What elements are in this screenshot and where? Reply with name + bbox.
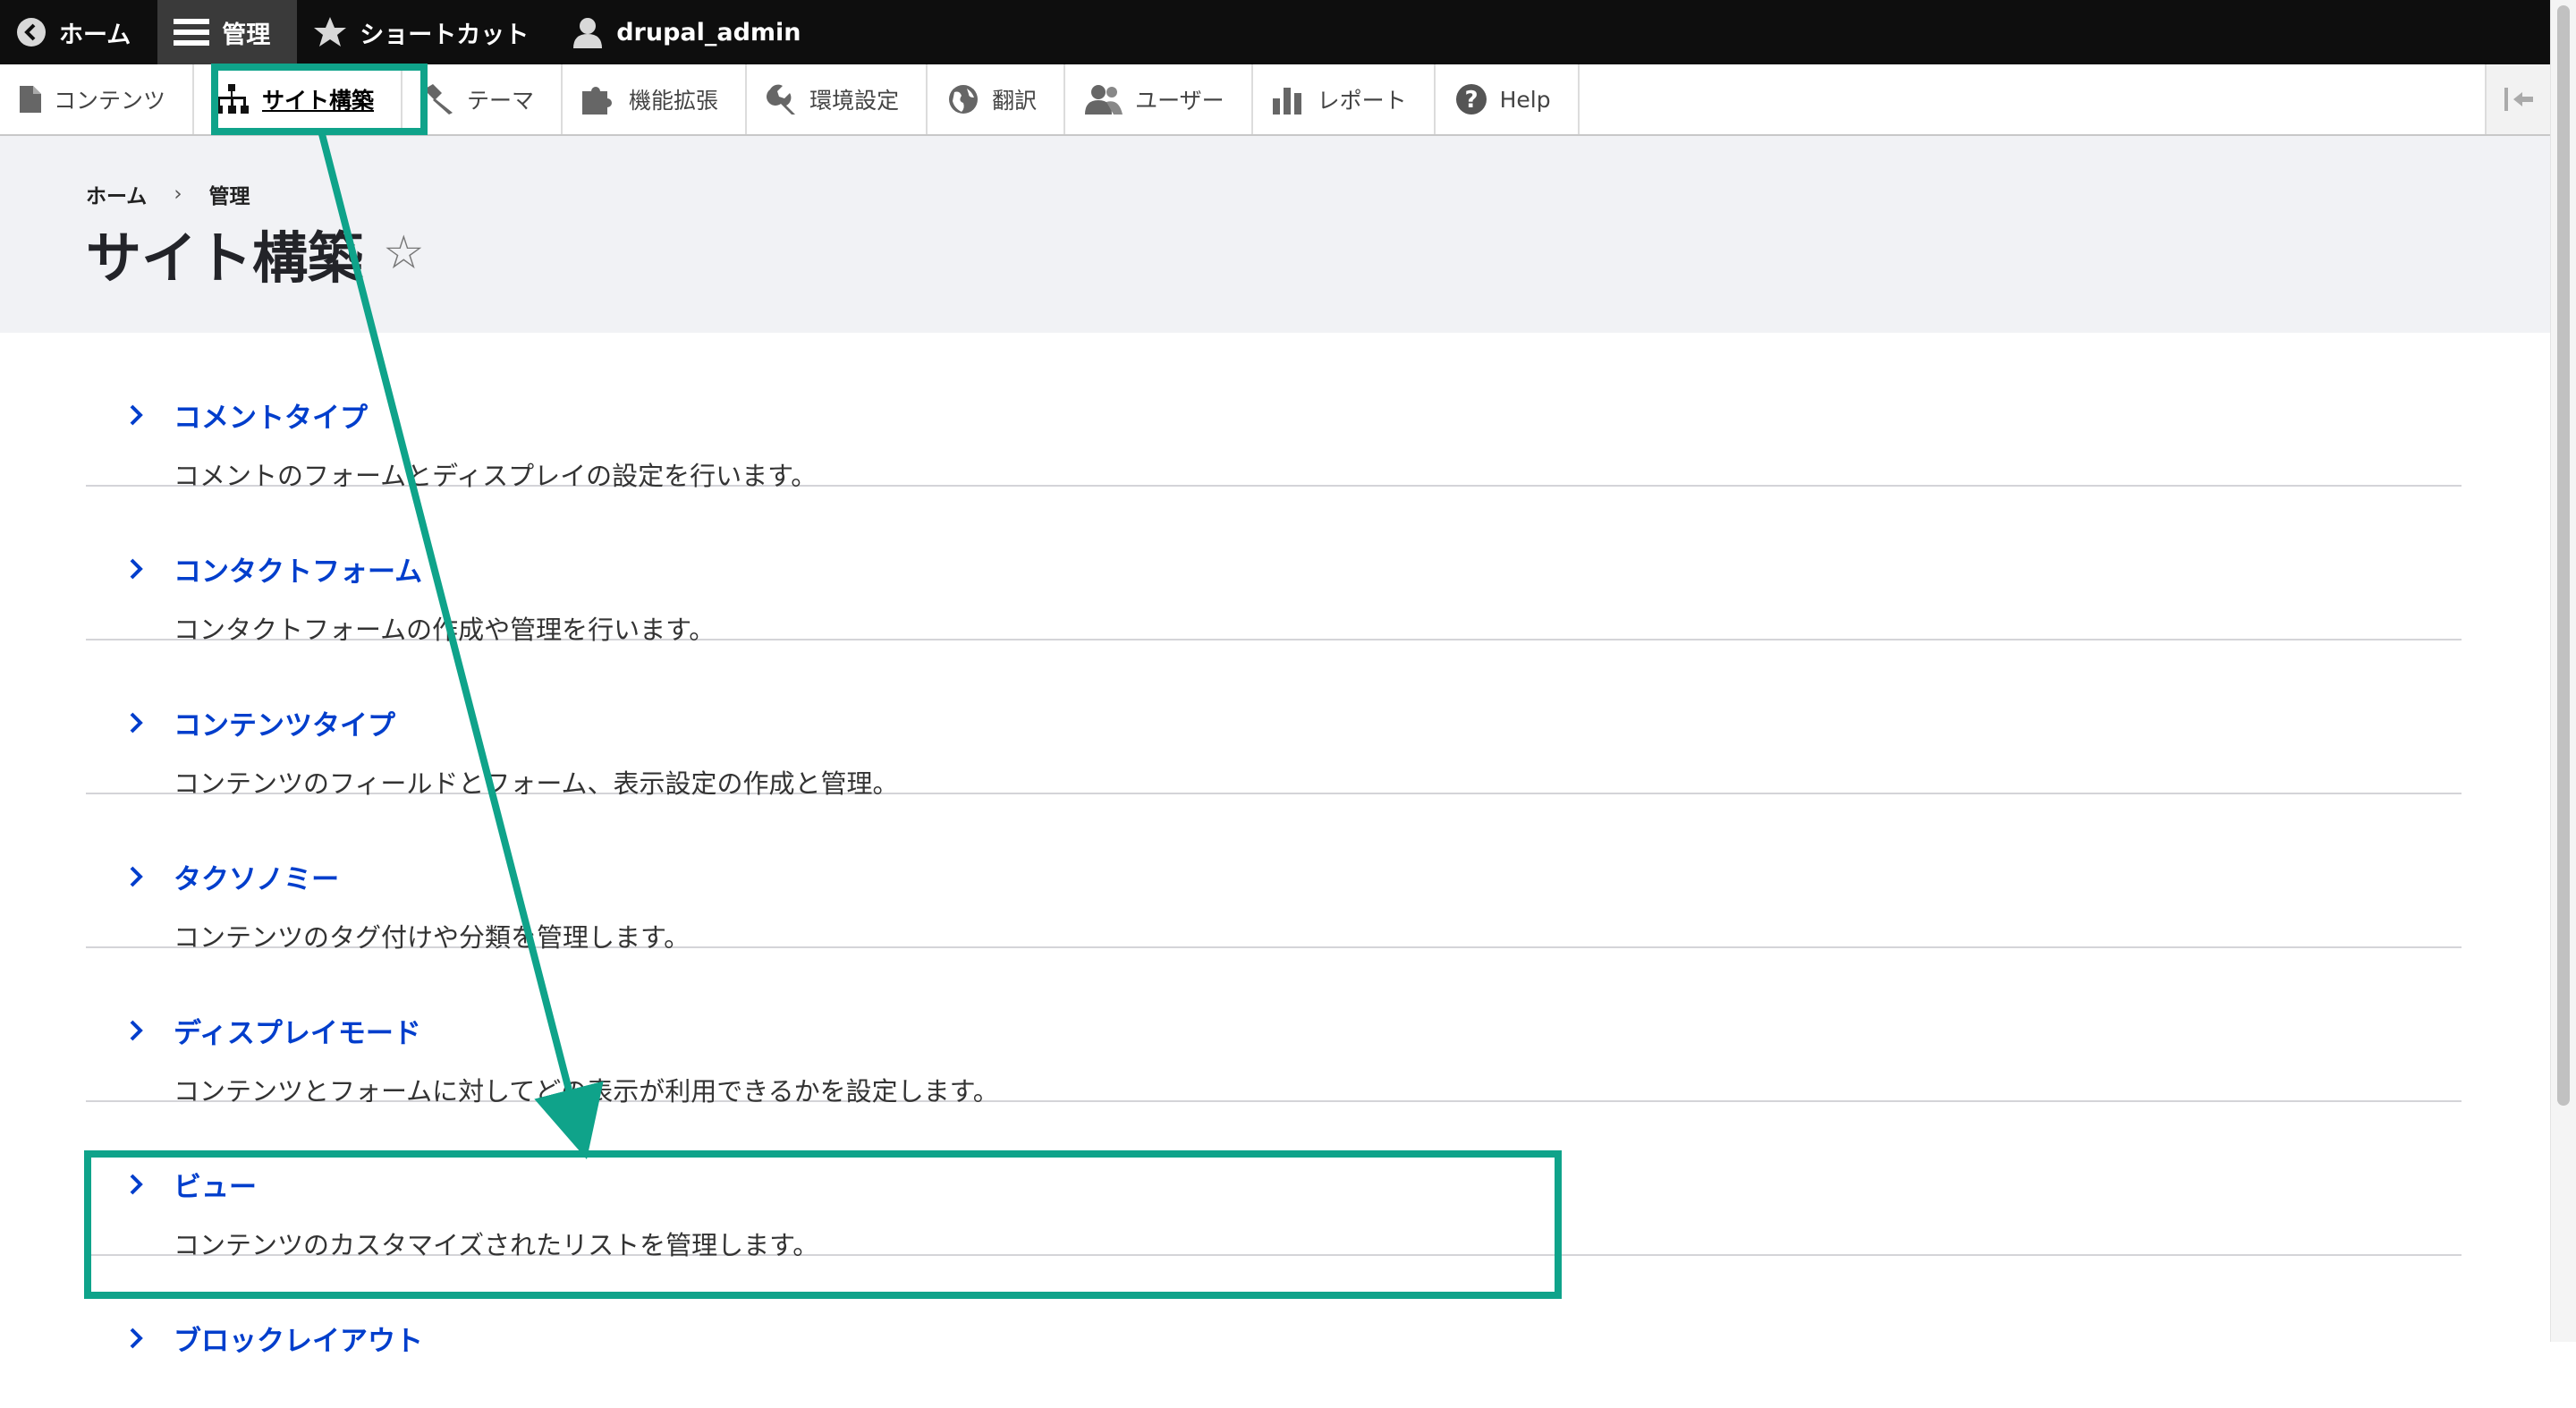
toolbar-manage-label: 管理: [222, 21, 271, 49]
list-item: ブロックレイアウト: [86, 1256, 2462, 1408]
tray-item-help[interactable]: ? Help: [1436, 64, 1580, 134]
breadcrumb-home[interactable]: ホーム: [86, 179, 147, 209]
tray-item-label: 翻訳: [992, 88, 1038, 114]
list-item: コンテンツタイプ コンテンツのフィールドとフォーム、表示設定の作成と管理。: [86, 640, 2462, 799]
wrench-icon: [767, 84, 796, 115]
user-icon: [573, 18, 603, 48]
hamburger-icon: [174, 19, 210, 46]
chevron-right-icon: [130, 1020, 143, 1041]
tray-item-label: テーマ: [467, 88, 535, 114]
back-arrow-icon: [17, 18, 46, 47]
tray-item-translate[interactable]: 翻訳: [928, 64, 1066, 134]
page-title: サイト構築 ☆: [86, 213, 425, 293]
tray-item-label: 環境設定: [809, 88, 900, 114]
tray-item-label: Help: [1499, 86, 1551, 113]
paintbrush-icon: [424, 84, 453, 115]
users-icon: [1085, 85, 1123, 115]
file-icon: [20, 86, 41, 113]
help-icon: ?: [1455, 84, 1487, 115]
chevron-right-icon: [130, 1327, 143, 1349]
tray-item-reports[interactable]: レポート: [1253, 64, 1436, 134]
admin-toolbar: ホーム 管理 ショートカット drupal_admin: [0, 0, 2551, 64]
admin-list: コメントタイプ コメントのフォームとディスプレイの設定を行います。 コンタクトフ…: [86, 333, 2462, 1408]
sitemap-icon: [215, 84, 250, 114]
tray-item-label: レポート: [1317, 88, 1407, 114]
breadcrumb-separator: ›: [174, 182, 182, 206]
tray-item-appearance[interactable]: テーマ: [402, 64, 564, 134]
toolbar-shortcuts[interactable]: ショートカット: [297, 0, 555, 64]
breadcrumb-manage[interactable]: 管理: [209, 179, 250, 209]
chevron-right-icon: [130, 1174, 143, 1195]
chevron-right-icon: [130, 558, 143, 580]
list-item: ビュー コンテンツのカスタマイズされたリストを管理します。: [86, 1102, 2462, 1260]
collapse-left-icon: [2504, 88, 2533, 111]
chevron-right-icon: [130, 866, 143, 887]
toolbar-home[interactable]: ホーム: [0, 0, 157, 64]
star-icon: [314, 17, 347, 47]
toolbar-manage[interactable]: 管理: [157, 0, 298, 64]
list-item-title[interactable]: ディスプレイモード: [174, 1011, 421, 1051]
list-item-title[interactable]: ブロックレイアウト: [174, 1319, 423, 1359]
list-item-title[interactable]: タクソノミー: [174, 857, 339, 897]
list-item-title[interactable]: コメントタイプ: [174, 395, 368, 436]
breadcrumb: ホーム › 管理: [86, 179, 250, 209]
bar-chart-icon: [1272, 88, 1301, 115]
tray-item-structure[interactable]: サイト構築: [194, 64, 403, 134]
toolbar-home-label: ホーム: [59, 21, 131, 49]
toolbar-user-label: drupal_admin: [616, 18, 801, 47]
scrollbar-thumb[interactable]: [2557, 5, 2570, 1106]
list-item: タクソノミー コンテンツのタグ付けや分類を管理します。: [86, 794, 2462, 953]
list-item-title[interactable]: コンタクトフォーム: [174, 549, 422, 589]
list-item: コメントタイプ コメントのフォームとディスプレイの設定を行います。: [86, 333, 2462, 491]
vertical-scrollbar[interactable]: [2550, 0, 2576, 1342]
tray-item-label: コンテンツ: [54, 88, 166, 114]
list-item: ディスプレイモード コンテンツとフォームに対してどの表示が利用できるかを設定しま…: [86, 948, 2462, 1107]
globe-icon: [949, 85, 979, 114]
tray-item-label: 機能拡張: [629, 88, 719, 114]
tray-item-content[interactable]: コンテンツ: [0, 64, 195, 134]
list-item-title[interactable]: ビュー: [174, 1165, 257, 1205]
svg-text:?: ?: [1464, 87, 1478, 114]
tray-orientation-toggle[interactable]: [2485, 64, 2551, 134]
tray-item-extend[interactable]: 機能拡張: [563, 64, 748, 134]
list-item: コンタクトフォーム コンタクトフォームの作成や管理を行います。: [86, 487, 2462, 645]
tray-item-people[interactable]: ユーザー: [1065, 64, 1253, 134]
admin-tray: コンテンツ サイト構築 テーマ 機能拡張 環境設定 翻訳 ユーザー レポート ?…: [0, 64, 2551, 136]
tray-item-label: ユーザー: [1135, 88, 1224, 114]
toolbar-user[interactable]: drupal_admin: [555, 0, 827, 64]
tray-item-config[interactable]: 環境設定: [747, 64, 928, 134]
chevron-right-icon: [130, 404, 143, 426]
tray-item-label: サイト構築: [262, 88, 375, 114]
favorite-star-icon[interactable]: ☆: [383, 226, 425, 280]
page-title-text: サイト構築: [86, 225, 364, 291]
list-item-title[interactable]: コンテンツタイプ: [174, 703, 395, 743]
toolbar-shortcuts-label: ショートカット: [360, 21, 530, 49]
chevron-right-icon: [130, 712, 143, 734]
puzzle-icon: [582, 87, 613, 115]
